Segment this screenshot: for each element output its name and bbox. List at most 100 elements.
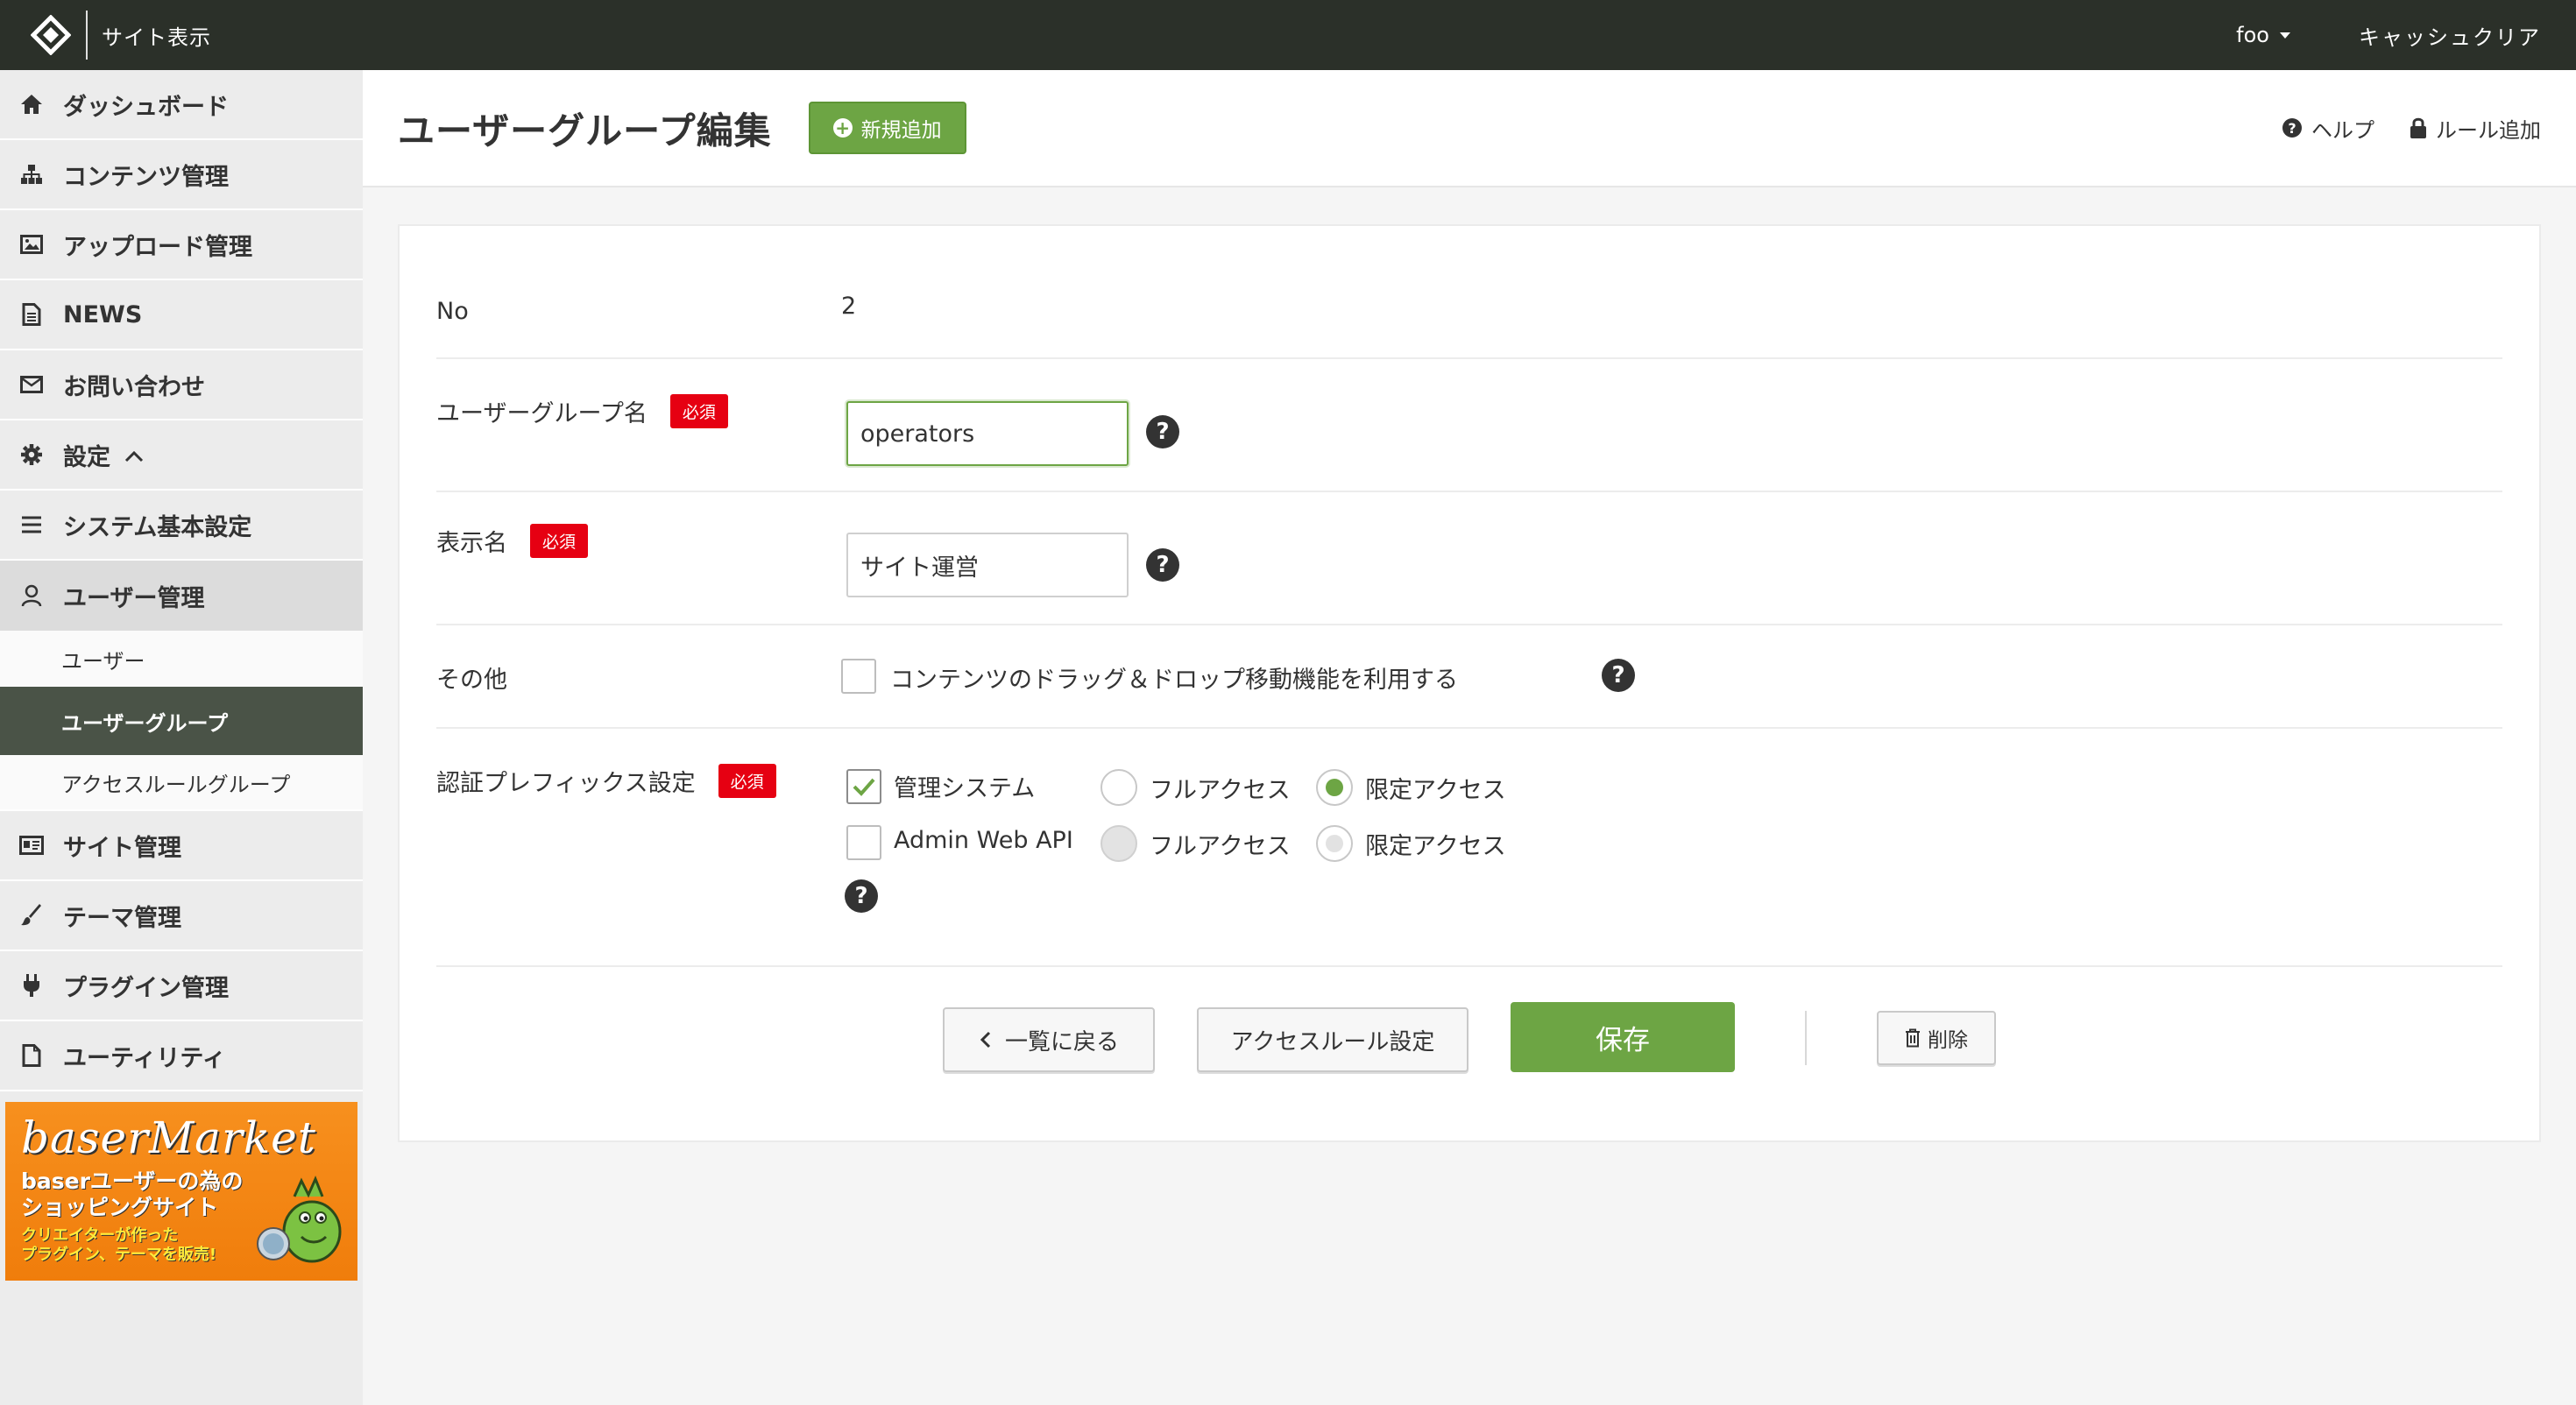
image-icon xyxy=(19,232,44,257)
help-link[interactable]: ? ヘルプ xyxy=(2282,113,2374,144)
admin-web-api-full-access-label[interactable]: フルアクセス xyxy=(1150,827,1291,861)
form-row-auth-prefix: 認証プレフィックス設定 必須 管理システム フルアクセス 限定アクセス Admi… xyxy=(436,729,2502,967)
group-name-input[interactable]: operators xyxy=(846,401,1129,466)
group-name-label-wrap: ユーザーグループ名 必須 xyxy=(436,394,728,428)
help-icon[interactable]: ? xyxy=(1146,548,1179,582)
help-icon[interactable]: ? xyxy=(1146,415,1179,448)
user-icon xyxy=(19,583,44,608)
admin-web-api-limited-access-label[interactable]: 限定アクセス xyxy=(1365,827,1506,861)
admin-web-api-limited-access-radio[interactable] xyxy=(1316,825,1353,862)
other-label: その他 xyxy=(436,667,507,694)
sidebar-item-label: アップロード管理 xyxy=(63,233,252,261)
admin-web-api-checkbox[interactable] xyxy=(846,825,881,860)
add-rule-link[interactable]: ルール追加 xyxy=(2410,113,2541,144)
required-badge: 必須 xyxy=(718,764,776,798)
sidebar-item-news[interactable]: NEWS xyxy=(0,280,363,350)
user-menu[interactable]: foo xyxy=(2236,23,2290,47)
mail-icon xyxy=(19,372,44,397)
sidebar-item-themes[interactable]: テーマ管理 xyxy=(0,881,363,951)
sidebar-item-settings[interactable]: 設定 xyxy=(0,420,363,491)
main-header: ユーザーグループ編集 + 新規追加 ? ヘルプ ルール追加 xyxy=(363,70,2576,187)
gear-icon xyxy=(19,442,44,467)
home-icon xyxy=(19,92,44,116)
sidebar-sub-item-user-groups[interactable]: ユーザーグループ xyxy=(0,687,363,755)
admin-web-api-full-access-radio[interactable] xyxy=(1100,825,1137,862)
form-row-other: その他 コンテンツのドラッグ＆ドロップ移動機能を利用する ? xyxy=(436,625,2502,729)
sidebar-item-contact[interactable]: お問い合わせ xyxy=(0,350,363,420)
help-label: ヘルプ xyxy=(2311,117,2374,143)
sidebar-item-users[interactable]: ユーザー管理 xyxy=(0,561,363,631)
admin-system-limited-access-label[interactable]: 限定アクセス xyxy=(1365,771,1506,805)
admin-system-checkbox[interactable] xyxy=(846,769,881,804)
sidebar-item-label: システム基本設定 xyxy=(63,513,252,541)
sidebar-item-label: サイト管理 xyxy=(63,834,181,862)
trash-icon xyxy=(1906,1028,1920,1048)
sidebar-item-label: プラグイン管理 xyxy=(63,974,229,1002)
radio-disabled-dot xyxy=(1326,835,1343,852)
brush-icon xyxy=(19,903,44,928)
topbar-divider xyxy=(86,11,88,60)
help-icon[interactable]: ? xyxy=(845,879,878,913)
access-rule-settings-button[interactable]: アクセスルール設定 xyxy=(1197,1007,1468,1072)
lock-icon xyxy=(2410,117,2426,138)
sidebar-item-label: ユーザー管理 xyxy=(63,584,205,612)
back-to-list-button[interactable]: 一覧に戻る xyxy=(943,1007,1155,1072)
sidebar-item-label: お問い合わせ xyxy=(63,373,205,401)
sidebar-item-label: 設定 xyxy=(63,443,110,471)
banner-brand: baserMarket xyxy=(21,1112,316,1163)
sidebar-item-contents[interactable]: コンテンツ管理 xyxy=(0,140,363,210)
required-badge: 必須 xyxy=(530,524,589,558)
action-divider xyxy=(1805,1011,1807,1065)
auth-prefix-label: 認証プレフィックス設定 xyxy=(436,770,696,797)
admin-system-full-access-label[interactable]: フルアクセス xyxy=(1150,771,1291,805)
sidebar-item-label: ダッシュボード xyxy=(63,93,229,121)
sidebar-sub-item-access-rule-groups[interactable]: アクセスルールグループ xyxy=(0,755,363,811)
sidebar-sub-item-users[interactable]: ユーザー xyxy=(0,631,363,687)
radio-selected-dot xyxy=(1326,779,1343,796)
form-row-display-name: 表示名 必須 サイト運営 ? xyxy=(436,492,2502,625)
drag-drop-checkbox[interactable] xyxy=(841,659,876,694)
sidebar-item-label: ユーティリティ xyxy=(63,1044,226,1072)
form-row-no: No 2 xyxy=(436,226,2502,359)
caret-down-icon xyxy=(2280,32,2290,39)
sidebar-item-sites[interactable]: サイト管理 xyxy=(0,811,363,881)
sidebar-item-plugins[interactable]: プラグイン管理 xyxy=(0,951,363,1021)
help-icon[interactable]: ? xyxy=(1602,659,1635,692)
form-panel: No 2 ユーザーグループ名 必須 operators ? 表示名 必須 サイト… xyxy=(398,224,2541,1142)
plus-circle-icon: + xyxy=(832,118,853,138)
plug-icon xyxy=(19,973,44,998)
no-label: No xyxy=(436,298,469,325)
baser-logo-icon[interactable] xyxy=(26,11,75,60)
display-name-label-wrap: 表示名 必須 xyxy=(436,524,589,558)
cache-clear-link[interactable]: キャッシュクリア xyxy=(2359,20,2541,51)
list-icon xyxy=(19,512,44,537)
new-add-button[interactable]: + 新規追加 xyxy=(808,102,966,154)
back-label: 一覧に戻る xyxy=(1004,1028,1119,1056)
group-name-label: ユーザーグループ名 xyxy=(436,400,648,427)
page-title: ユーザーグループ編集 xyxy=(398,109,772,152)
top-bar: サイト表示 foo キャッシュクリア xyxy=(0,0,2576,70)
drag-drop-option-label[interactable]: コンテンツのドラッグ＆ドロップ移動機能を利用する xyxy=(890,660,1458,695)
sidebar-item-system[interactable]: システム基本設定 xyxy=(0,491,363,561)
admin-web-api-label: Admin Web API xyxy=(894,827,1073,854)
question-circle-icon: ? xyxy=(2282,118,2302,138)
admin-system-limited-access-radio[interactable] xyxy=(1316,769,1353,806)
baser-market-banner[interactable]: baserMarket baserユーザーの為の ショッピングサイト クリエイタ… xyxy=(5,1102,357,1281)
site-view-link[interactable]: サイト表示 xyxy=(102,20,211,51)
save-button[interactable]: 保存 xyxy=(1511,1002,1735,1072)
sidebar: ダッシュボード コンテンツ管理 アップロード管理 NEWS お問い合わせ 設定 xyxy=(0,70,363,1405)
sidebar-item-upload[interactable]: アップロード管理 xyxy=(0,210,363,280)
add-rule-label: ルール追加 xyxy=(2436,117,2541,143)
form-row-group-name: ユーザーグループ名 必須 operators ? xyxy=(436,359,2502,492)
new-add-label: 新規追加 xyxy=(860,119,942,142)
sidebar-item-label: テーマ管理 xyxy=(63,904,181,932)
sidebar-item-dashboard[interactable]: ダッシュボード xyxy=(0,70,363,140)
document-icon xyxy=(19,302,44,327)
chevron-left-icon xyxy=(980,1031,991,1048)
admin-system-full-access-radio[interactable] xyxy=(1100,769,1137,806)
display-name-input[interactable]: サイト運営 xyxy=(846,533,1129,597)
svg-text:?: ? xyxy=(2288,120,2296,137)
no-value: 2 xyxy=(841,293,857,320)
sidebar-item-utilities[interactable]: ユーティリティ xyxy=(0,1021,363,1091)
delete-button[interactable]: 削除 xyxy=(1877,1011,1996,1065)
